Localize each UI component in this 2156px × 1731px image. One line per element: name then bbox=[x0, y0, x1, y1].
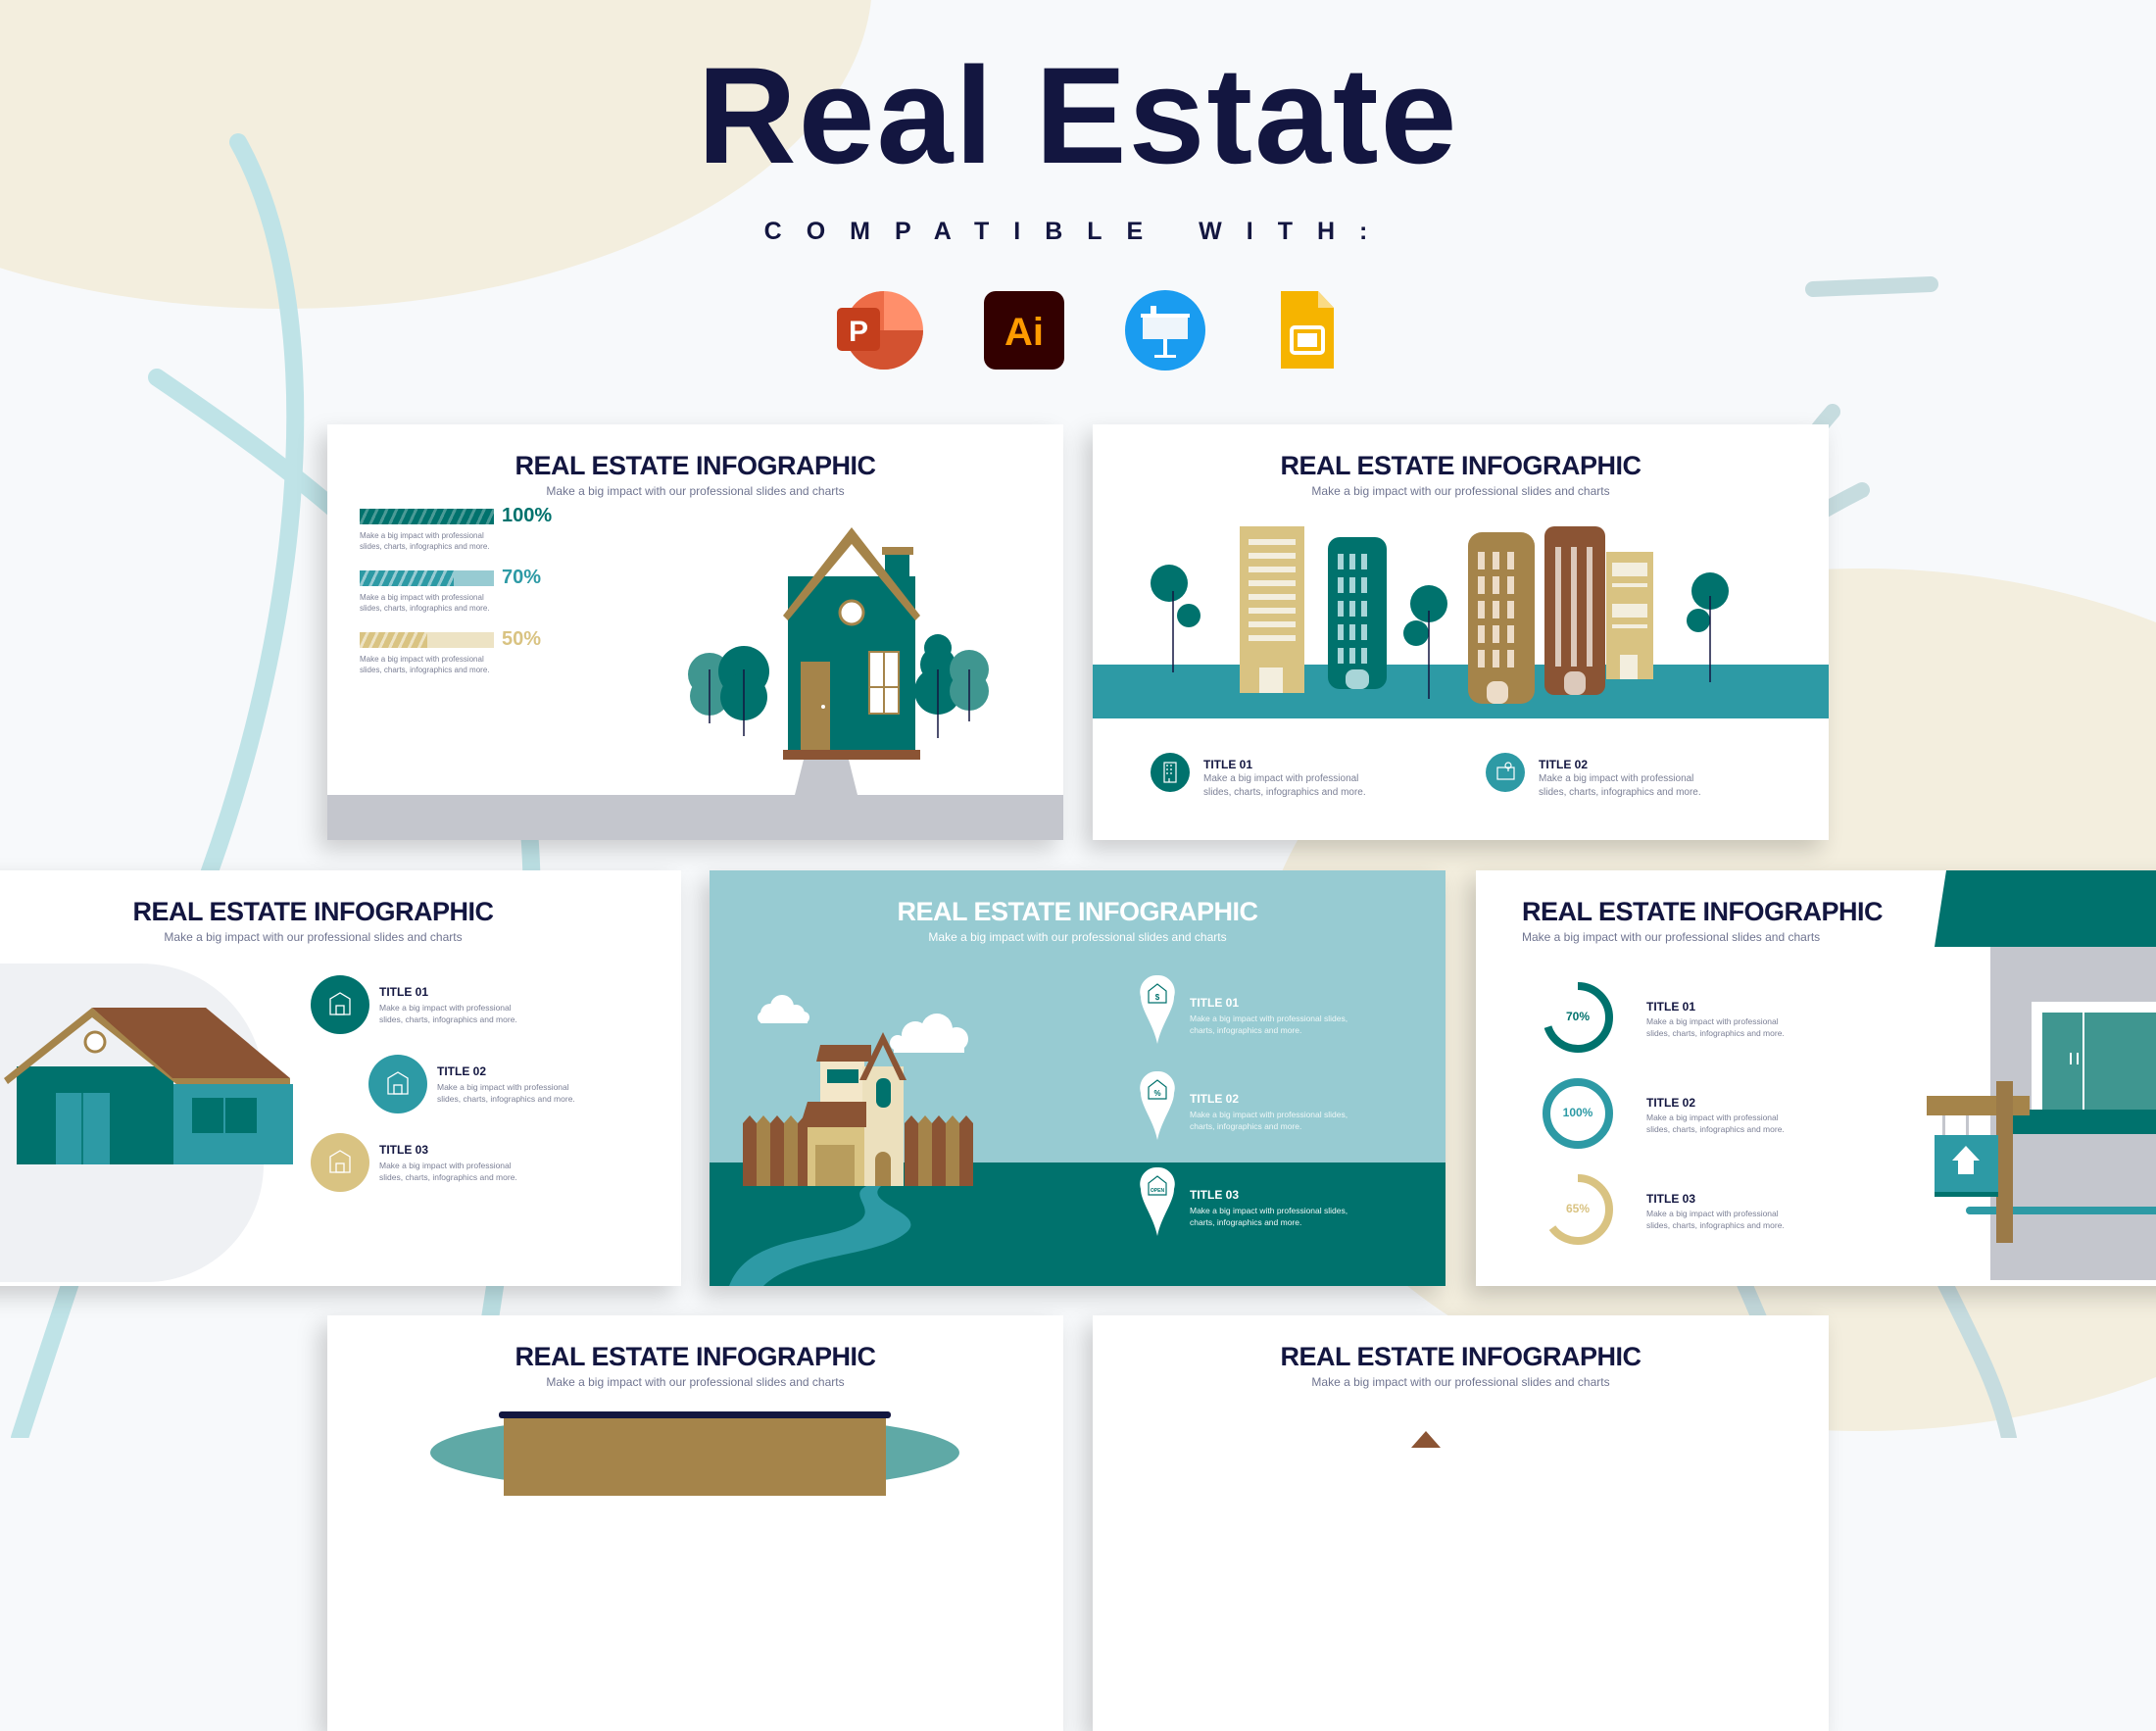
illustrator-icon: Ai bbox=[984, 291, 1064, 370]
house-open-icon: OPEN bbox=[1140, 1166, 1175, 1238]
building-illustration bbox=[430, 1411, 959, 1496]
keynote-icon bbox=[1125, 290, 1205, 371]
compatible-with-label: COMPATIBLE WITH: bbox=[763, 218, 1393, 245]
slide-progress-bars[interactable]: REAL ESTATE INFOGRAPHIC Make a big impac… bbox=[327, 424, 1063, 840]
slide-city-buildings[interactable]: REAL ESTATE INFOGRAPHIC Make a big impac… bbox=[1093, 424, 1829, 840]
description-line: charts, infographics and more. bbox=[1190, 1121, 1302, 1131]
svg-text:P: P bbox=[849, 316, 868, 348]
item-description: Make a big impact with professional slide… bbox=[1203, 772, 1366, 800]
keys-icon bbox=[311, 1133, 369, 1192]
house-illustration bbox=[327, 527, 1063, 840]
donut-value: 65% bbox=[1565, 1202, 1591, 1215]
item-title: TITLE 01 bbox=[1646, 1000, 1696, 1014]
svg-text:OPEN: OPEN bbox=[1151, 1188, 1165, 1194]
description-line: slides, charts, infographics and more. bbox=[1646, 1220, 1785, 1230]
svg-text:Ai: Ai bbox=[1004, 311, 1044, 354]
item-description: Make a big impact with professional slide… bbox=[1646, 1112, 1785, 1135]
description-line: Make a big impact with professional bbox=[1539, 773, 1694, 784]
description-line: slides, charts, infographics and more. bbox=[1646, 1028, 1785, 1038]
item-description: Make a big impact with professional slid… bbox=[1190, 1109, 1348, 1132]
item-title: TITLE 03 bbox=[379, 1143, 429, 1157]
house-percent-icon: % bbox=[1140, 1070, 1175, 1142]
app-icons-row: P Ai bbox=[835, 286, 1334, 374]
building-icon bbox=[1151, 753, 1190, 792]
item-description: Make a big impact with professional slide… bbox=[1646, 1208, 1785, 1231]
description-line: slides, charts, infographics and more. bbox=[437, 1094, 575, 1104]
description-line: Make a big impact with professional bbox=[1646, 1113, 1779, 1122]
item-title: TITLE 01 bbox=[1190, 996, 1240, 1010]
svg-text:$: $ bbox=[1155, 993, 1160, 1002]
item-description: Make a big impact with professional slide… bbox=[379, 1002, 517, 1025]
description-line: Make a big impact with professional bbox=[1646, 1016, 1779, 1026]
description-line: charts, infographics and more. bbox=[1190, 1025, 1302, 1035]
description-line: slides, charts, infographics and more. bbox=[1203, 787, 1366, 798]
item-title: TITLE 01 bbox=[1203, 758, 1253, 771]
description-line: Make a big impact with professional bbox=[1646, 1209, 1779, 1218]
house-roof-illustration bbox=[1411, 1431, 1441, 1448]
slide-donut-progress[interactable]: REAL ESTATE INFOGRAPHIC Make a big impac… bbox=[1476, 870, 2156, 1286]
item-title: TITLE 02 bbox=[1190, 1092, 1240, 1106]
description-line: slides, charts, infographics and more. bbox=[379, 1172, 517, 1182]
item-title: TITLE 01 bbox=[379, 985, 429, 999]
garage-icon bbox=[368, 1055, 427, 1113]
item-title: TITLE 03 bbox=[1190, 1188, 1240, 1202]
house-icon bbox=[311, 975, 369, 1034]
google-slides-icon bbox=[1281, 291, 1334, 369]
item-description: Make a big impact with professional slid… bbox=[1190, 1013, 1348, 1036]
slide-house-pins[interactable]: REAL ESTATE INFOGRAPHIC Make a big impac… bbox=[710, 870, 1446, 1286]
donut-value: 70% bbox=[1565, 1010, 1591, 1023]
description-line: Make a big impact with professional bbox=[1203, 773, 1359, 784]
item-title: TITLE 02 bbox=[1539, 758, 1589, 771]
description-line: Make a big impact with professional bbox=[379, 1003, 512, 1013]
map-pin-icon bbox=[1486, 753, 1525, 792]
description-line: charts, infographics and more. bbox=[1190, 1217, 1302, 1227]
item-description: Make a big impact with professional slide… bbox=[379, 1160, 517, 1183]
description-line: Make a big impact with professional slid… bbox=[1190, 1110, 1348, 1119]
donut-value: 100% bbox=[1562, 1106, 1593, 1119]
slide-house-features[interactable]: REAL ESTATE INFOGRAPHIC Make a big impac… bbox=[0, 870, 681, 1286]
description-line: slides, charts, infographics and more. bbox=[379, 1014, 517, 1024]
slide-bottom-right[interactable]: REAL ESTATE INFOGRAPHIC Make a big impac… bbox=[1093, 1315, 1829, 1731]
description-line: slides, charts, infographics and more. bbox=[1539, 787, 1701, 798]
slide-bottom-left[interactable]: REAL ESTATE INFOGRAPHIC Make a big impac… bbox=[327, 1315, 1063, 1731]
item-description: Make a big impact with professional slide… bbox=[1646, 1015, 1785, 1039]
item-description: Make a big impact with professional slid… bbox=[1190, 1205, 1348, 1228]
item-title: TITLE 03 bbox=[1646, 1192, 1696, 1206]
page-title: Real Estate bbox=[697, 38, 1459, 192]
powerpoint-icon: P bbox=[837, 291, 923, 370]
item-description: Make a big impact with professional slide… bbox=[437, 1081, 575, 1105]
description-line: Make a big impact with professional slid… bbox=[1190, 1014, 1348, 1023]
svg-text:%: % bbox=[1153, 1089, 1160, 1098]
description-line: slides, charts, infographics and more. bbox=[1646, 1124, 1785, 1134]
house-dollar-icon: $ bbox=[1140, 974, 1175, 1046]
item-title: TITLE 02 bbox=[1646, 1096, 1696, 1110]
description-line: Make a big impact with professional bbox=[379, 1161, 512, 1170]
item-title: TITLE 02 bbox=[437, 1064, 487, 1078]
house-illustration bbox=[0, 964, 293, 1282]
description-line: Make a big impact with professional bbox=[437, 1082, 569, 1092]
description-line: Make a big impact with professional slid… bbox=[1190, 1206, 1348, 1215]
item-description: Make a big impact with professional slide… bbox=[1539, 772, 1701, 800]
